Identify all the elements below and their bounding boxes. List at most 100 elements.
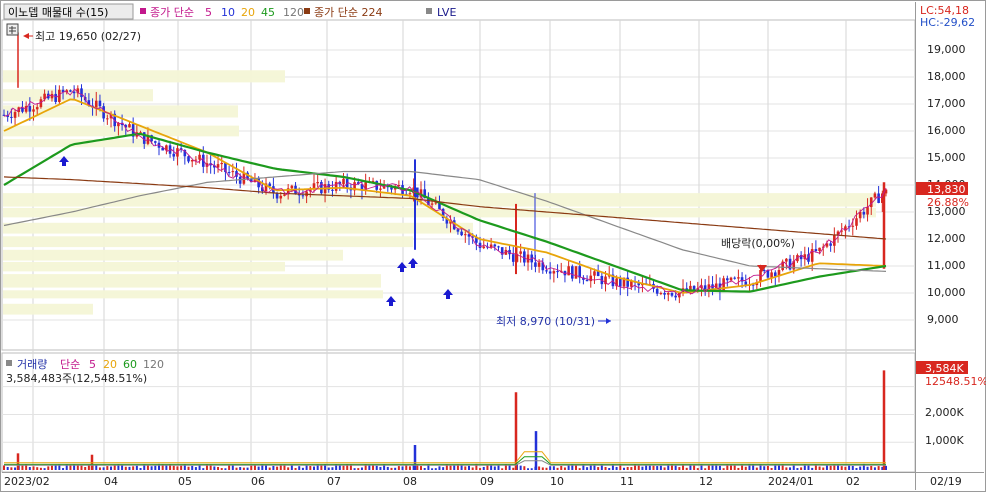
candle-body — [194, 159, 198, 161]
volume-profile-band — [3, 222, 473, 234]
ma-legend-period-5: 5 — [205, 6, 212, 19]
candle-body — [227, 172, 231, 174]
candle-body — [231, 171, 235, 173]
candle-body — [106, 118, 109, 120]
x-tick-label: 2023/02 — [4, 475, 50, 488]
candle-body — [128, 124, 131, 128]
candle-body — [379, 188, 382, 190]
volume-profile-band — [3, 303, 93, 315]
volume-ma-period-20: 20 — [103, 358, 117, 371]
volume-ma-period-120: 120 — [143, 358, 164, 371]
volume-profile-band — [3, 236, 413, 248]
candle-body — [489, 244, 493, 248]
candle-body — [172, 153, 176, 157]
candle-body — [666, 292, 670, 295]
candle-body — [493, 244, 497, 247]
volume-current-text: 3,584,483주(12,548.51%) — [6, 372, 147, 385]
candle-body — [659, 293, 663, 295]
candle-body — [814, 249, 818, 252]
candle-body — [279, 195, 283, 199]
volume-ma-label[interactable]: 단순 — [60, 358, 80, 371]
candle-body — [729, 277, 733, 281]
candle-body — [670, 292, 674, 296]
candle-body — [408, 193, 412, 195]
candle-body — [545, 270, 548, 272]
candle-body — [80, 88, 83, 98]
candle-body — [674, 295, 677, 298]
candle-body — [523, 251, 526, 263]
candle-body — [154, 141, 157, 143]
ma-legend-period-20: 20 — [241, 6, 255, 19]
candle-body — [663, 293, 666, 295]
candle-body — [32, 109, 35, 112]
y-tick-label: 9,000 — [927, 313, 959, 326]
candle-body — [818, 247, 821, 252]
candle-body — [862, 211, 866, 215]
y-tick-label: 11,000 — [927, 259, 966, 272]
chart-window: 이노뎁 매물대 수(15) 종가 단순 5 10 20 45 120 종가 단순… — [0, 0, 986, 492]
candle-body — [13, 112, 17, 118]
candle-body — [589, 275, 593, 282]
volume-profile-band — [3, 274, 381, 288]
candle-body — [585, 279, 589, 282]
volume-profile-band — [3, 70, 285, 83]
x-tick-label: 11 — [620, 475, 634, 488]
x-tick-label: 10 — [550, 475, 564, 488]
volume-title[interactable]: 거래량 — [17, 358, 47, 371]
candle-body — [829, 243, 832, 246]
ma224-legend-swatch — [304, 8, 310, 14]
candle-body — [98, 100, 102, 107]
candle-body — [283, 194, 286, 196]
ma-legend-period-10: 10 — [221, 6, 235, 19]
x-tick-label: 05 — [178, 475, 192, 488]
ma-legend-period-45: 45 — [261, 6, 275, 19]
current-volume-pct: 12548.51% — [925, 375, 986, 388]
x-tick-label: 12 — [699, 475, 713, 488]
volume-ma-period-5: 5 — [89, 358, 96, 371]
candle-body — [578, 266, 581, 278]
candle-body — [548, 271, 552, 274]
y-tick-label: 16,000 — [927, 124, 966, 137]
stock-chart[interactable]: 이노뎁 매물대 수(15) 종가 단순 5 10 20 45 120 종가 단순… — [0, 0, 986, 492]
ma-legend-label[interactable]: 종가 단순 — [150, 6, 194, 19]
candle-body — [463, 234, 467, 236]
lve-legend-label[interactable]: LVE — [437, 6, 456, 19]
volume-profile-band — [3, 261, 285, 272]
volume-profile-band — [3, 249, 343, 261]
ma224-legend-label[interactable]: 종가 단순 224 — [314, 6, 382, 19]
candle-body — [460, 231, 463, 236]
y-tick-label: 17,000 — [927, 97, 966, 110]
y-tick-label: 19,000 — [927, 43, 966, 56]
candle-body — [855, 218, 858, 226]
volume-legend-swatch — [6, 360, 12, 366]
candle-body — [220, 162, 224, 165]
candle-body — [72, 91, 76, 94]
candle-body — [571, 266, 574, 279]
candle-body — [877, 193, 880, 203]
candle-body — [290, 185, 294, 189]
candle-body — [810, 249, 814, 262]
x-tick-label: 06 — [251, 475, 265, 488]
x-tick-label: 07 — [327, 475, 341, 488]
volume-y-tick: 2,000K — [925, 406, 964, 419]
candle-body — [733, 277, 736, 279]
ma-legend-swatch — [140, 8, 146, 14]
y-tick-label: 15,000 — [927, 151, 966, 164]
x-tick-label: 04 — [104, 475, 118, 488]
x-tick-label: 08 — [403, 475, 417, 488]
high-note: 최고 19,650 (02/27) — [35, 30, 141, 43]
current-change-label: 26.88% — [927, 196, 969, 209]
hc-label: HC:-29,62 — [920, 16, 975, 29]
candle-body — [534, 262, 537, 267]
candle-body — [342, 178, 345, 185]
candle-body — [737, 277, 740, 279]
dividend-note: 배당락(0,00%) — [721, 237, 795, 250]
candle-body — [10, 116, 13, 118]
volume-profile-band — [3, 290, 383, 299]
candle-body — [567, 266, 570, 276]
volume-y-tick: 1,000K — [925, 434, 964, 447]
candle-body — [785, 258, 788, 262]
candle-body — [69, 90, 72, 92]
y-tick-label: 12,000 — [927, 232, 966, 245]
candle-body — [187, 156, 190, 162]
